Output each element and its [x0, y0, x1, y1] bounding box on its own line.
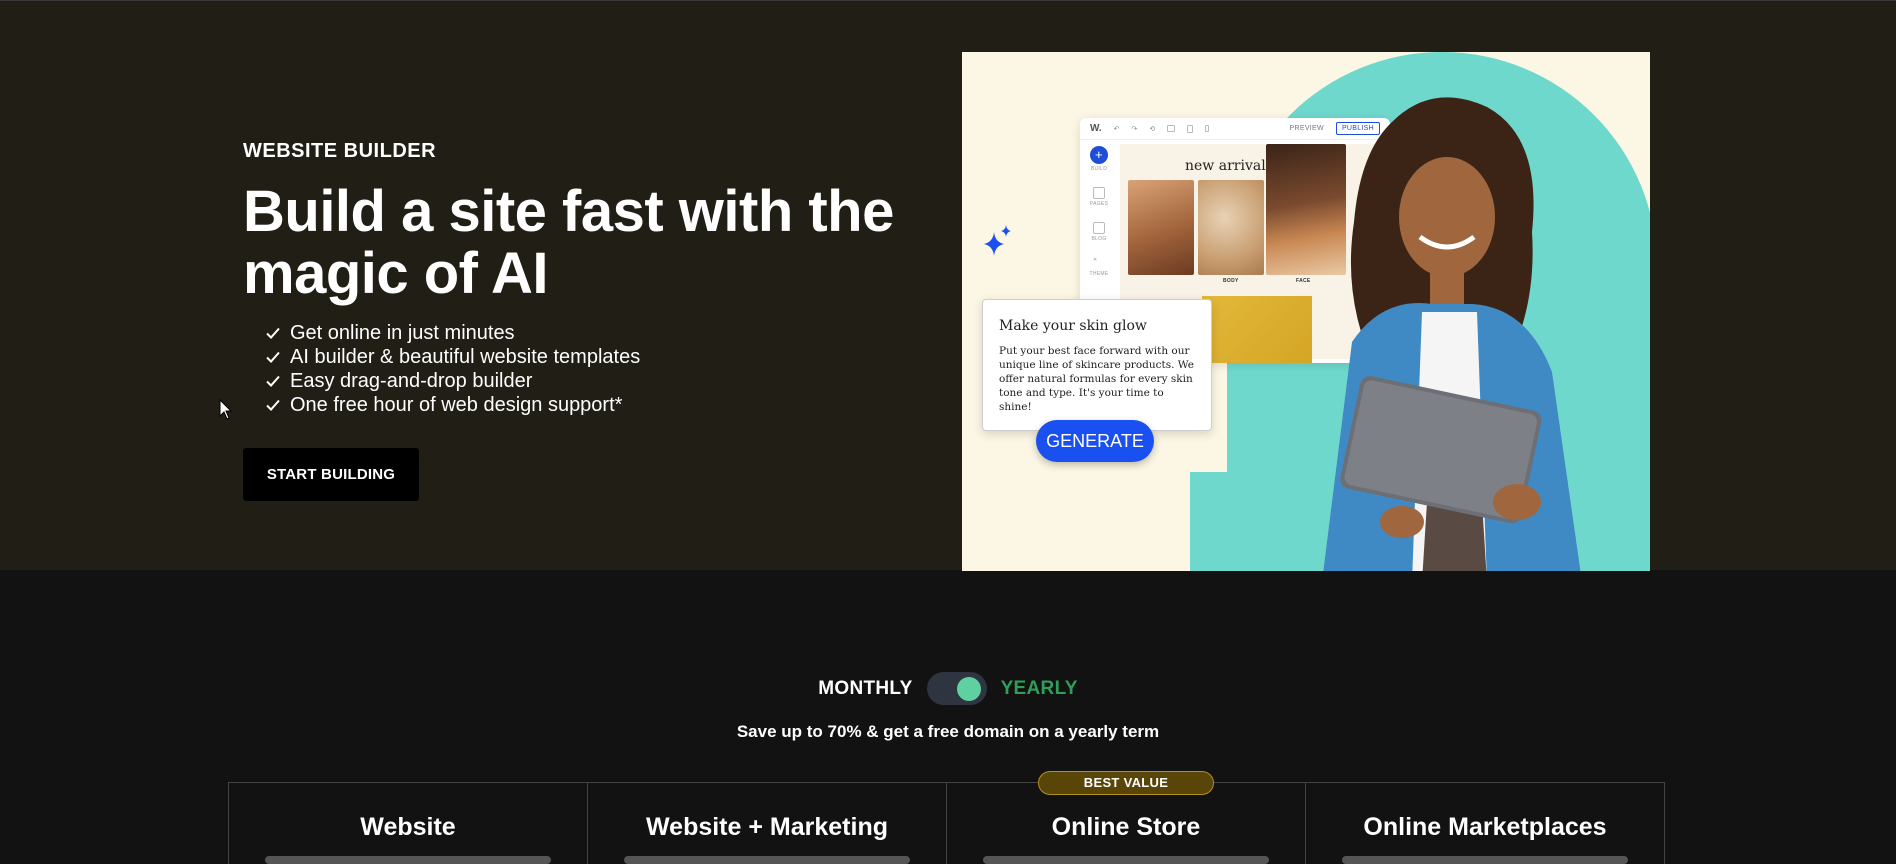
side-label: THEME [1089, 271, 1109, 277]
side-label: PAGES [1089, 201, 1109, 207]
start-building-button[interactable]: START BUILDING [243, 448, 419, 501]
plan-description [947, 856, 1305, 864]
mobile-icon [1205, 125, 1210, 132]
hero-section: WEBSITE BUILDER Build a site fast with t… [0, 0, 1896, 571]
woman-with-tablet-illustration [1323, 97, 1581, 571]
best-value-badge: BEST VALUE [1038, 771, 1214, 795]
hero-headline: Build a site fast with the magic of AI [243, 179, 894, 306]
theme-icon: ✕ [1093, 257, 1098, 263]
plan-name: Website + Marketing [646, 813, 888, 841]
feature-text: Easy drag-and-drop builder [290, 369, 533, 392]
feature-text: AI builder & beautiful website templates [290, 345, 641, 368]
plan-name: Online Store [1051, 813, 1201, 841]
savings-message: Save up to 70% & get a free domain on a … [736, 722, 1160, 741]
feature-item: One free hour of web design support* [264, 393, 640, 417]
editor-logo: W. [1090, 123, 1102, 134]
desktop-icon [1167, 125, 1176, 132]
side-label: BUILD [1090, 166, 1108, 172]
editor-side-theme: ✕ THEME [1090, 257, 1109, 277]
check-icon [266, 399, 280, 411]
plan-name: Website [360, 813, 456, 841]
pricing-plans: Website Website + Marketing BEST VALUE O… [228, 771, 1665, 864]
side-label: BLOG [1091, 236, 1107, 242]
plan-card-online-marketplaces[interactable]: Online Marketplaces [1306, 783, 1664, 864]
tablet-icon [1187, 124, 1194, 133]
product-caption: BODY [1223, 278, 1239, 284]
toggle-knob [956, 677, 981, 701]
editor-side-blog: BLOG [1091, 222, 1106, 242]
product-image-scrub [1198, 180, 1264, 275]
history-icon: ⟲ [1149, 125, 1156, 133]
feature-item: Easy drag-and-drop builder [264, 369, 640, 393]
plan-card-online-store[interactable]: BEST VALUE Online Store [947, 771, 1306, 864]
ai-card-title: Make your skin glow [999, 318, 1147, 334]
feature-item: AI builder & beautiful website templates [264, 345, 640, 369]
hero-eyebrow: WEBSITE BUILDER [243, 140, 437, 162]
cursor-icon [219, 399, 233, 420]
editor-side-build: + BUILD [1090, 146, 1108, 172]
generate-button: GENERATE [1036, 420, 1154, 462]
billing-toggle-row: MONTHLY YEARLY [0, 672, 1896, 705]
blog-icon [1092, 222, 1105, 234]
feature-text: One free hour of web design support* [290, 393, 623, 416]
plan-name: Online Marketplaces [1363, 813, 1607, 841]
plan-card-website[interactable]: Website [229, 783, 588, 864]
yearly-label[interactable]: YEARLY [1001, 678, 1078, 700]
plus-icon: + [1090, 146, 1108, 164]
product-image-hair [1128, 180, 1194, 275]
plan-description [229, 856, 587, 864]
undo-icon: ↶ [1113, 125, 1120, 133]
sparkle-icon [984, 225, 1011, 256]
plan-description [1306, 856, 1664, 864]
monthly-label[interactable]: MONTHLY [818, 678, 912, 700]
plan-description [588, 856, 946, 864]
pages-icon [1092, 187, 1105, 199]
redo-icon: ↷ [1131, 125, 1138, 133]
check-icon [266, 327, 280, 339]
editor-side-pages: PAGES [1090, 187, 1108, 207]
feature-text: Get online in just minutes [290, 321, 515, 344]
canvas-title: new arrivals [1185, 158, 1273, 174]
feature-item: Get online in just minutes [264, 321, 640, 345]
feature-list: Get online in just minutes AI builder & … [264, 321, 640, 417]
billing-toggle-switch[interactable] [926, 672, 987, 705]
ai-card-body: Put your best face forward with our uniq… [999, 345, 1194, 413]
ai-generated-card: Make your skin glow Put your best face f… [982, 299, 1212, 431]
check-icon [266, 375, 280, 387]
plan-card-website-marketing[interactable]: Website + Marketing [588, 783, 947, 864]
check-icon [266, 351, 280, 363]
hero-illustration: W. ↶ ↷ ⟲ PREVIEW PUBLISH + BUILD PAGES B… [962, 52, 1650, 571]
